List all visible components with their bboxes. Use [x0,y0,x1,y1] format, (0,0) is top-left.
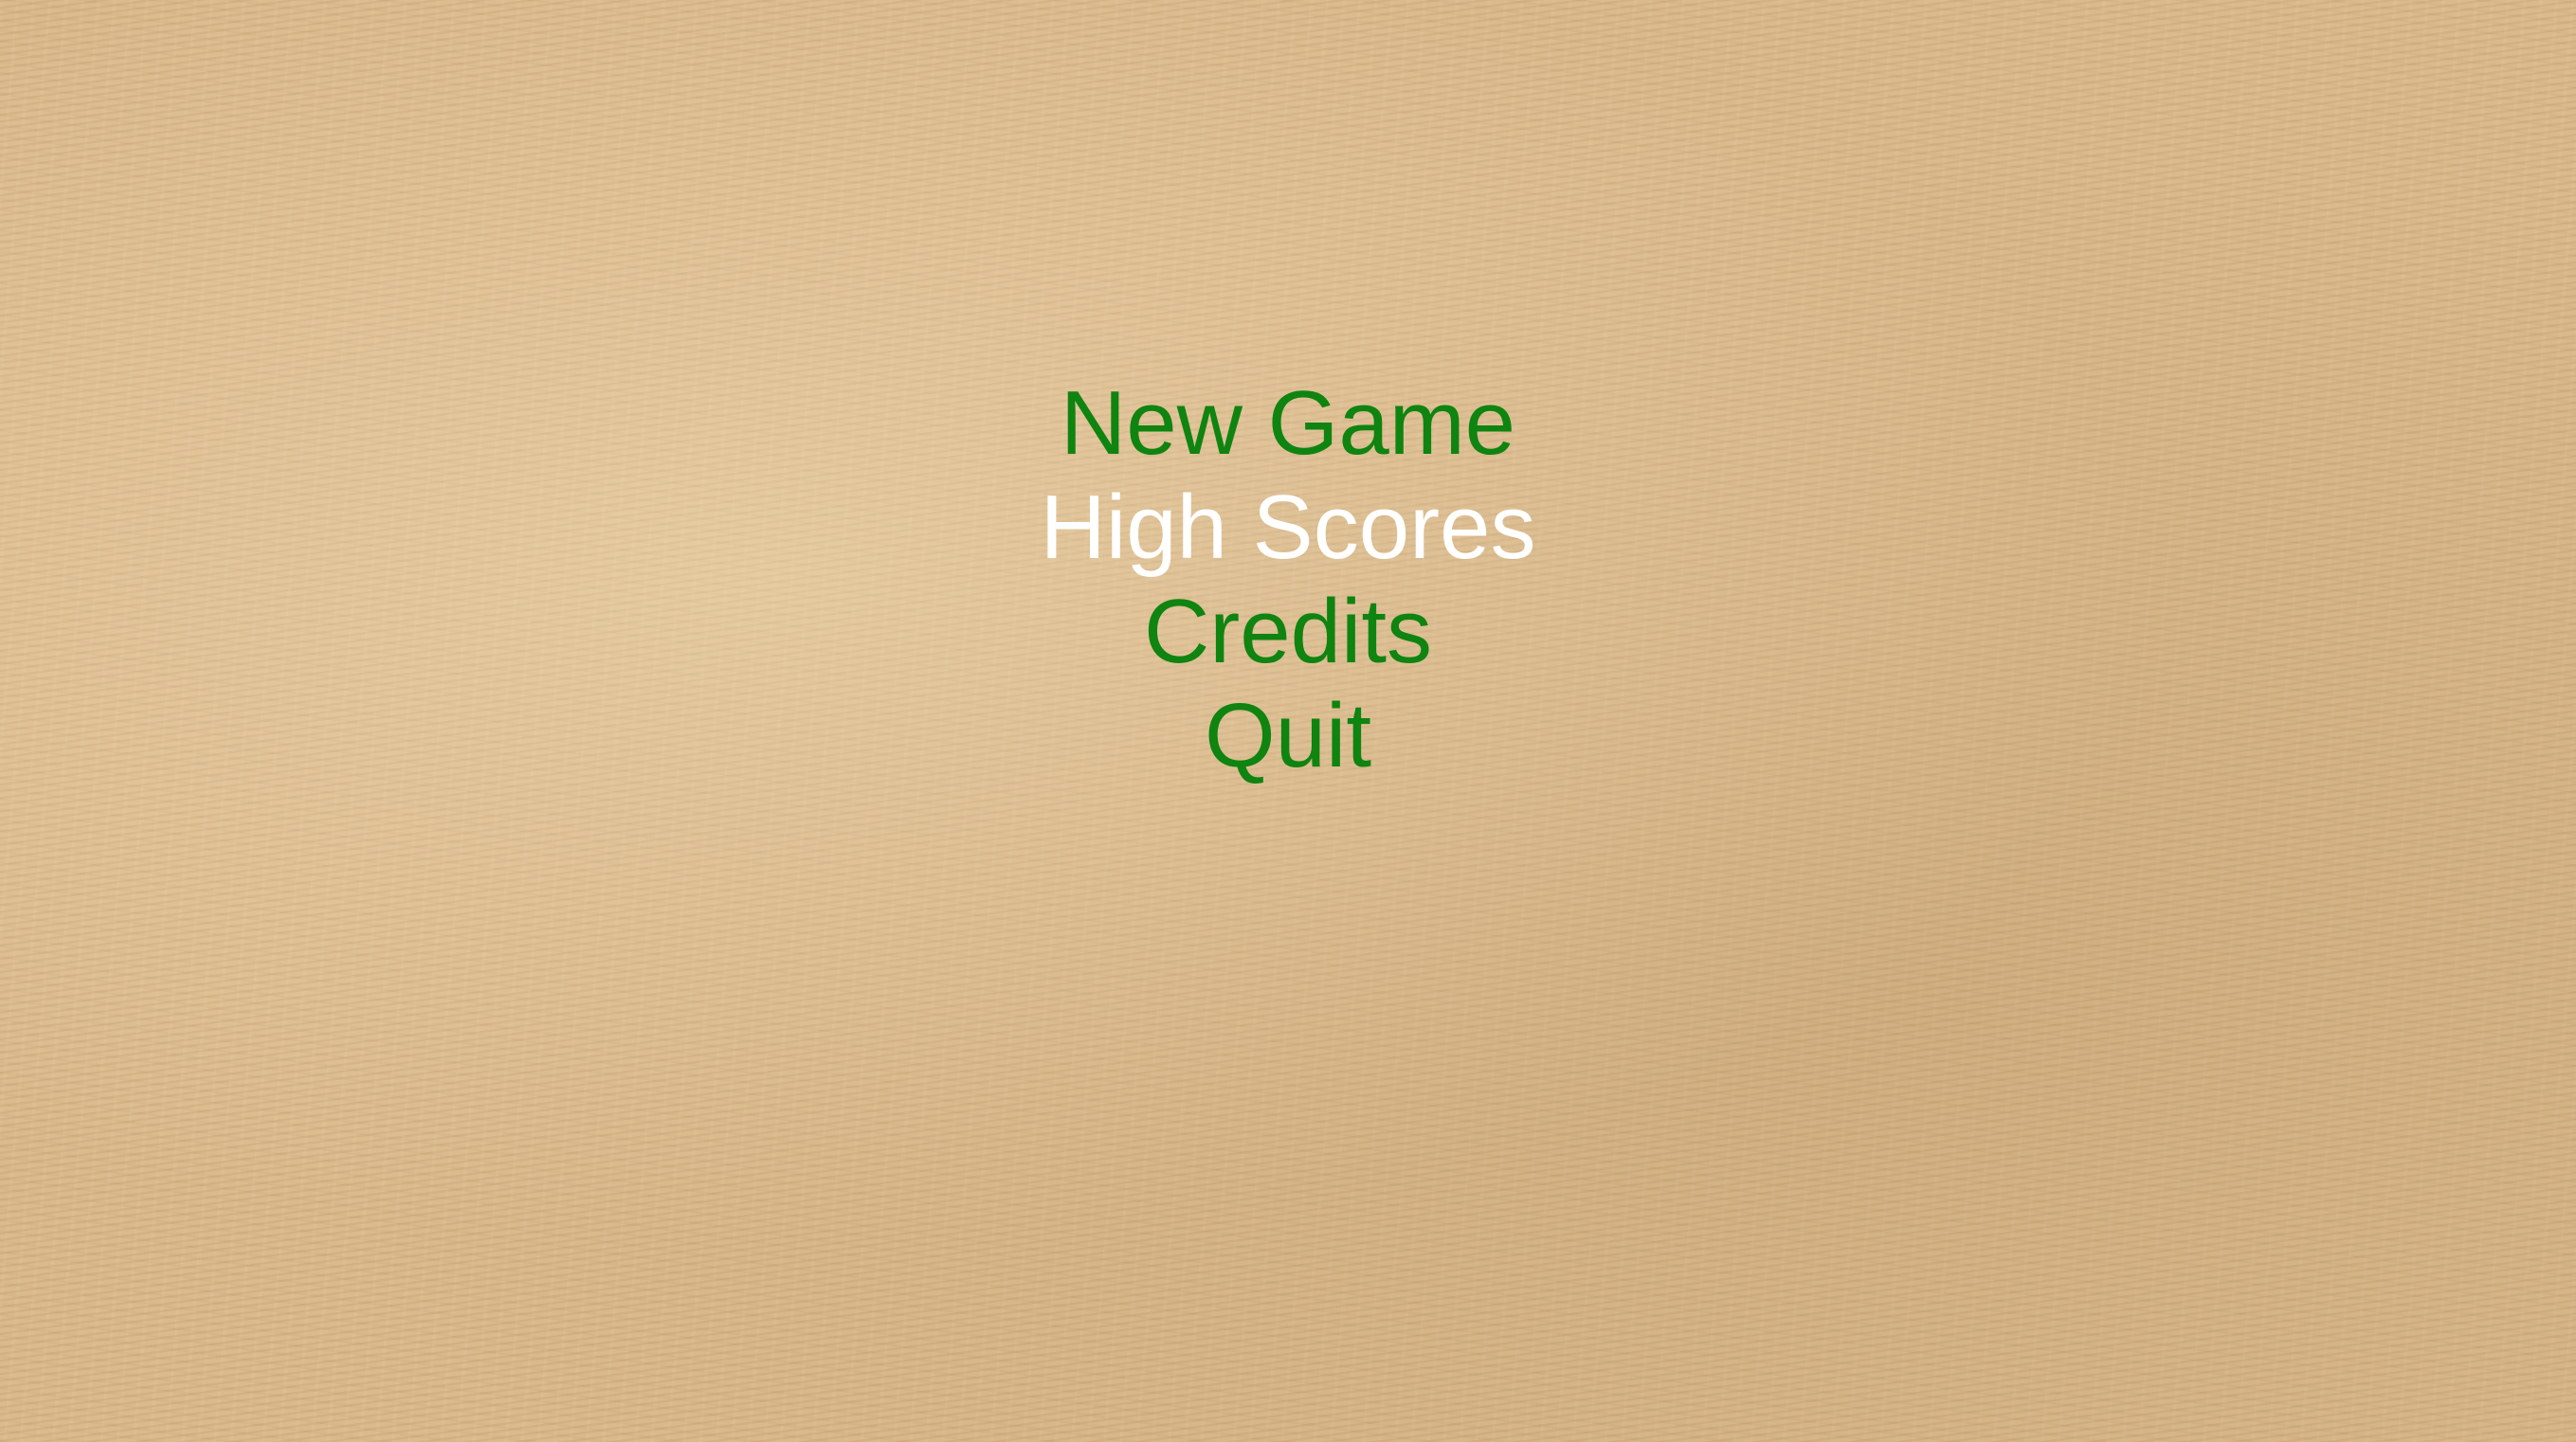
menu-item-high-scores[interactable]: High Scores [1041,476,1536,580]
menu-item-quit[interactable]: Quit [1205,684,1371,788]
menu-item-new-game[interactable]: New Game [1061,371,1515,476]
main-menu: New Game High Scores Credits Quit [0,371,2576,788]
menu-item-credits[interactable]: Credits [1144,580,1432,684]
